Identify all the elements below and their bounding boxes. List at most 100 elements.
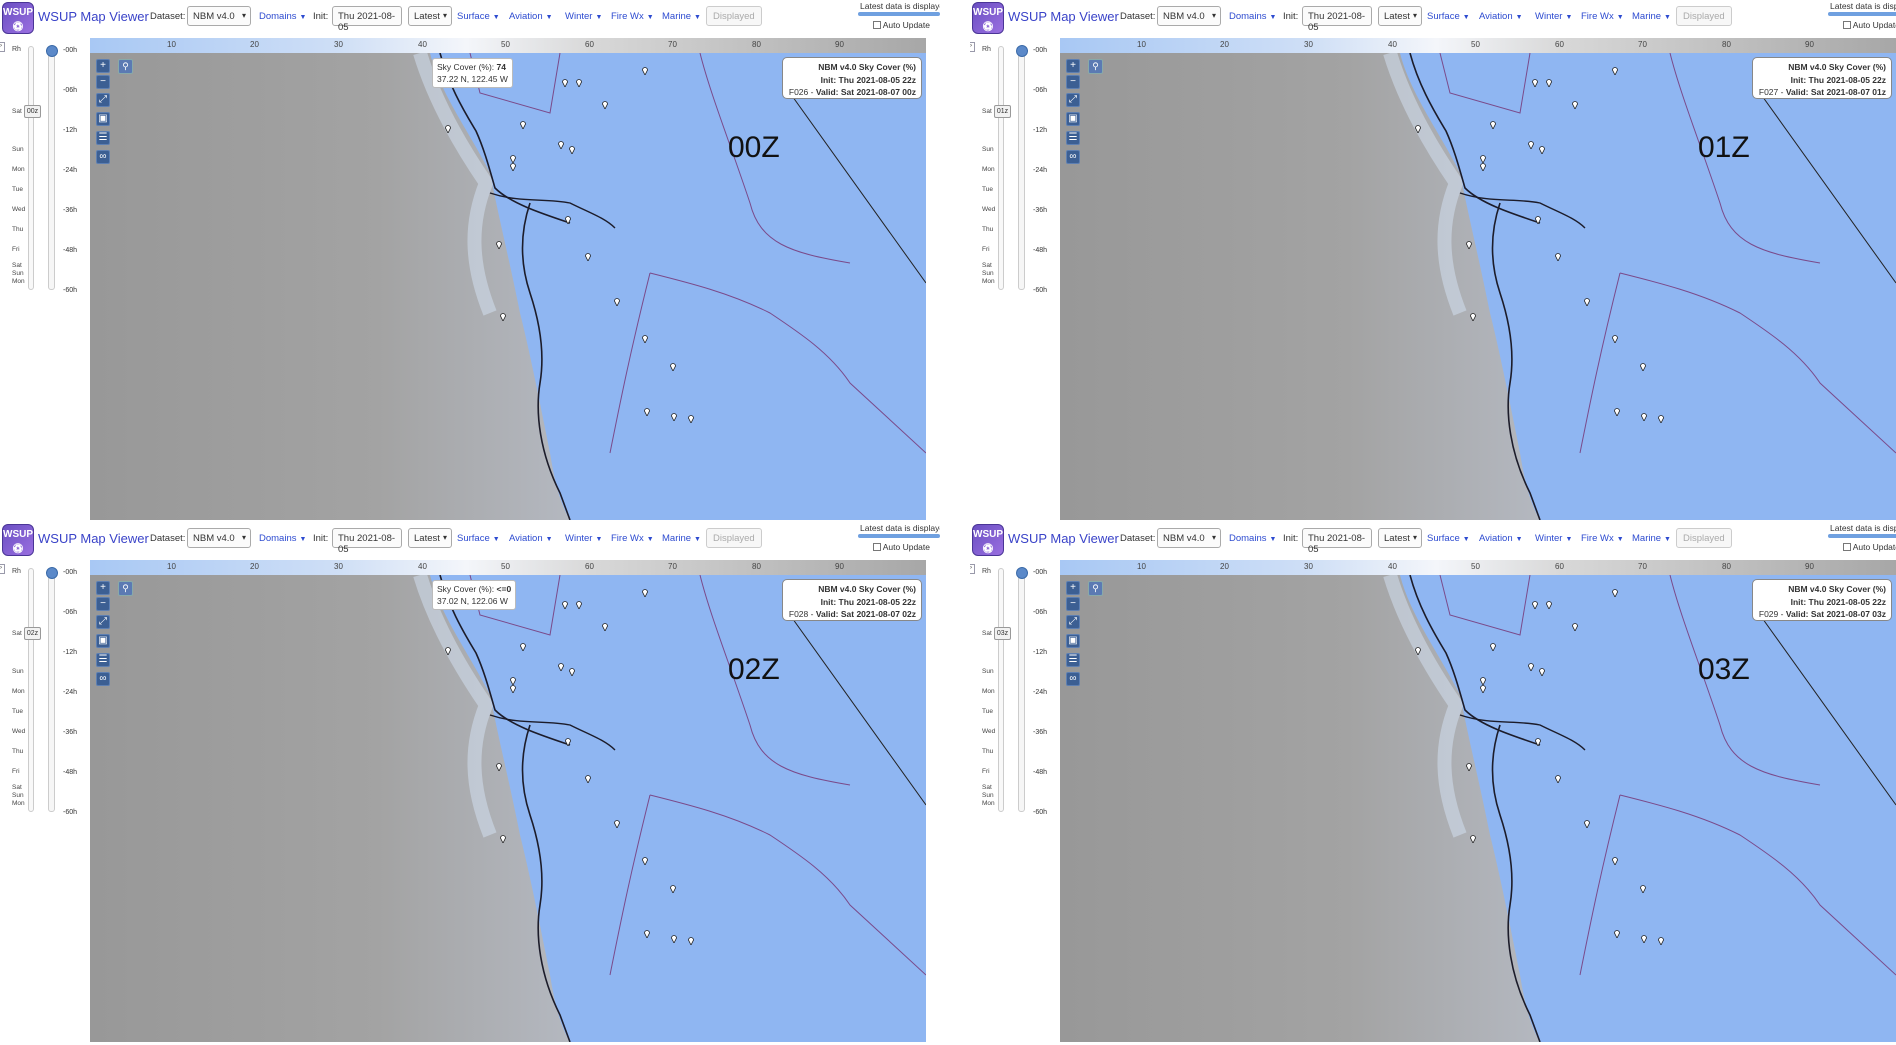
zoom-out-icon[interactable]: − (1066, 75, 1080, 89)
app-title[interactable]: WSUP Map Viewer (1008, 9, 1119, 24)
station-pin-icon[interactable] (602, 101, 608, 109)
station-pin-icon[interactable] (1528, 663, 1534, 671)
map-canvas[interactable]: + − ⤢ ▣ ☰ ∞ ⚲ NBM v4.0 Sky Cover (%) Ini… (1060, 53, 1896, 520)
station-pin-icon[interactable] (1490, 643, 1496, 651)
menu-winter[interactable]: Winter ▼ (1535, 533, 1572, 544)
map-canvas[interactable]: + − ⤢ ▣ ☰ ∞ ⚲ Sky Cover (%): <=0 37.02 N… (90, 575, 926, 1042)
day-slider-track[interactable] (28, 568, 34, 812)
station-pin-icon[interactable] (558, 141, 564, 149)
station-pin-icon[interactable] (562, 79, 568, 87)
station-pin-icon[interactable] (500, 835, 506, 843)
station-pin-icon[interactable] (1480, 163, 1486, 171)
app-title[interactable]: WSUP Map Viewer (38, 531, 149, 546)
station-pin-icon[interactable] (1415, 647, 1421, 655)
sidebar-toggle[interactable]: › (970, 42, 975, 52)
menu-marine[interactable]: Marine ▼ (662, 533, 701, 544)
station-pin-icon[interactable] (642, 857, 648, 865)
layers-icon[interactable]: ☰ (96, 131, 110, 145)
magnifier-icon[interactable]: ⚲ (1088, 59, 1103, 74)
image-icon[interactable]: ▣ (1066, 634, 1080, 648)
station-pin-icon[interactable] (1490, 121, 1496, 129)
station-pin-icon[interactable] (1539, 668, 1545, 676)
latest-select[interactable]: Latest ▾ (408, 6, 452, 26)
auto-update-checkbox[interactable]: Auto Update (1842, 20, 1896, 30)
zoom-out-icon[interactable]: − (96, 75, 110, 89)
app-logo[interactable]: WSUP ♽ (972, 524, 1004, 556)
menu-winter[interactable]: Winter ▼ (1535, 11, 1572, 22)
map-canvas[interactable]: + − ⤢ ▣ ☰ ∞ ⚲ NBM v4.0 Sky Cover (%) Ini… (1060, 575, 1896, 1042)
station-pin-icon[interactable] (1555, 775, 1561, 783)
hour-slider-track[interactable] (1018, 568, 1025, 812)
menu-marine[interactable]: Marine ▼ (1632, 533, 1671, 544)
sidebar-toggle[interactable]: › (970, 564, 975, 574)
magnifier-icon[interactable]: ⚲ (118, 581, 133, 596)
link-icon[interactable]: ∞ (1066, 150, 1080, 164)
day-slider-track[interactable] (28, 46, 34, 290)
station-pin-icon[interactable] (1612, 335, 1618, 343)
station-pin-icon[interactable] (1480, 685, 1486, 693)
station-pin-icon[interactable] (1480, 155, 1486, 163)
layers-icon[interactable]: ☰ (96, 653, 110, 667)
station-pin-icon[interactable] (1584, 298, 1590, 306)
init-date-input[interactable]: Thu 2021-08-05 (1302, 528, 1372, 555)
station-pin-icon[interactable] (614, 298, 620, 306)
station-pin-icon[interactable] (1466, 241, 1472, 249)
link-icon[interactable]: ∞ (1066, 672, 1080, 686)
station-pin-icon[interactable] (576, 79, 582, 87)
displayed-button[interactable]: Displayed (1676, 6, 1732, 26)
station-pin-icon[interactable] (1470, 835, 1476, 843)
dataset-select[interactable]: NBM v4.0 ▾ (187, 6, 251, 26)
station-pin-icon[interactable] (1415, 125, 1421, 133)
menu-fire-wx[interactable]: Fire Wx ▼ (1581, 11, 1624, 22)
station-pin-icon[interactable] (565, 738, 571, 746)
hour-slider-knob[interactable] (46, 567, 58, 579)
menu-winter[interactable]: Winter ▼ (565, 533, 602, 544)
latest-select[interactable]: Latest ▾ (408, 528, 452, 548)
zoom-out-icon[interactable]: − (1066, 597, 1080, 611)
station-pin-icon[interactable] (688, 937, 694, 945)
latest-select[interactable]: Latest ▾ (1378, 528, 1422, 548)
station-pin-icon[interactable] (1546, 79, 1552, 87)
dataset-select[interactable]: NBM v4.0 ▾ (1157, 528, 1221, 548)
station-pin-icon[interactable] (496, 763, 502, 771)
day-slider-handle[interactable]: 03z (994, 627, 1011, 640)
station-pin-icon[interactable] (520, 121, 526, 129)
menu-marine[interactable]: Marine ▼ (662, 11, 701, 22)
day-slider-track[interactable] (998, 568, 1004, 812)
hour-slider-track[interactable] (48, 46, 55, 290)
expand-icon[interactable]: ⤢ (96, 93, 110, 107)
menu-fire-wx[interactable]: Fire Wx ▼ (611, 11, 654, 22)
day-slider-handle[interactable]: 00z (24, 105, 41, 118)
menu-fire-wx[interactable]: Fire Wx ▼ (611, 533, 654, 544)
station-pin-icon[interactable] (496, 241, 502, 249)
magnifier-icon[interactable]: ⚲ (118, 59, 133, 74)
hour-slider-knob[interactable] (1016, 45, 1028, 57)
station-pin-icon[interactable] (1612, 67, 1618, 75)
station-pin-icon[interactable] (671, 935, 677, 943)
zoom-out-icon[interactable]: − (96, 597, 110, 611)
station-pin-icon[interactable] (1572, 101, 1578, 109)
image-icon[interactable]: ▣ (1066, 112, 1080, 126)
auto-update-checkbox[interactable]: Auto Update (1842, 542, 1896, 552)
menu-aviation[interactable]: Aviation ▼ (1479, 11, 1523, 22)
menu-domains[interactable]: Domains ▼ (1229, 11, 1276, 22)
station-pin-icon[interactable] (614, 820, 620, 828)
station-pin-icon[interactable] (1539, 146, 1545, 154)
app-logo[interactable]: WSUP ♽ (972, 2, 1004, 34)
hour-slider-track[interactable] (1018, 46, 1025, 290)
magnifier-icon[interactable]: ⚲ (1088, 581, 1103, 596)
station-pin-icon[interactable] (1535, 216, 1541, 224)
menu-marine[interactable]: Marine ▼ (1632, 11, 1671, 22)
station-pin-icon[interactable] (562, 601, 568, 609)
station-pin-icon[interactable] (1535, 738, 1541, 746)
station-pin-icon[interactable] (510, 677, 516, 685)
station-pin-icon[interactable] (688, 415, 694, 423)
init-date-input[interactable]: Thu 2021-08-05 (332, 6, 402, 33)
station-pin-icon[interactable] (585, 775, 591, 783)
station-pin-icon[interactable] (1546, 601, 1552, 609)
image-icon[interactable]: ▣ (96, 112, 110, 126)
station-pin-icon[interactable] (1532, 601, 1538, 609)
expand-icon[interactable]: ⤢ (1066, 93, 1080, 107)
menu-domains[interactable]: Domains ▼ (259, 533, 306, 544)
zoom-in-icon[interactable]: + (1066, 581, 1080, 595)
